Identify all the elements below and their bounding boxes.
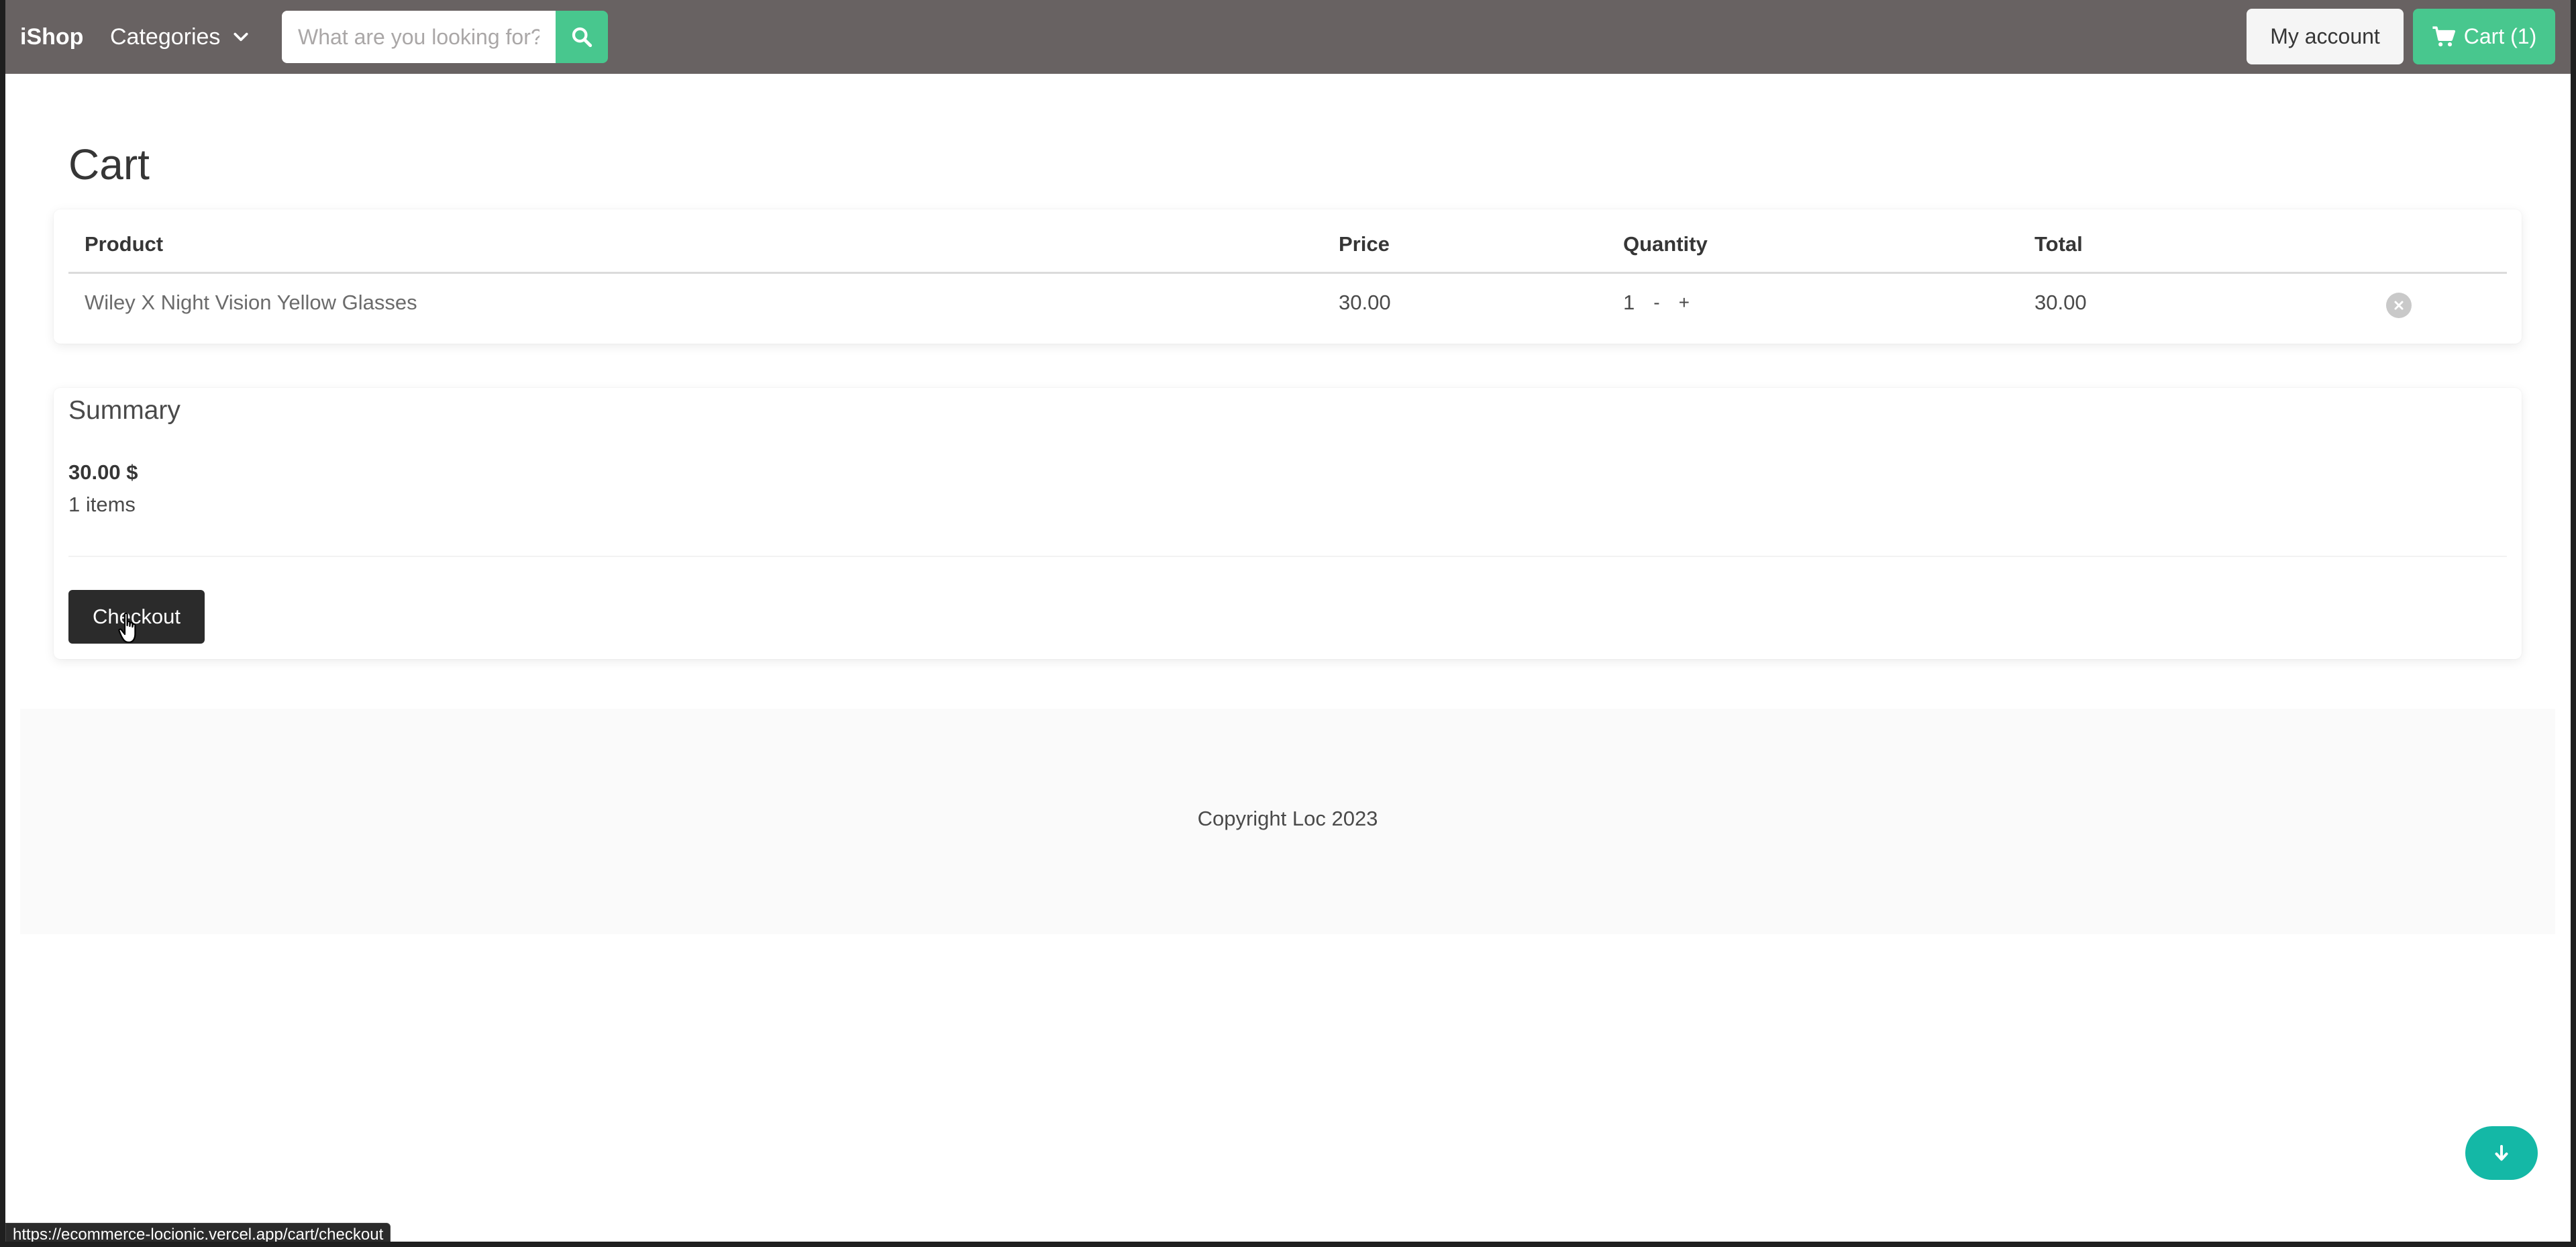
product-price: 30.00 [1339, 291, 1391, 314]
search-bar [282, 11, 608, 63]
remove-item-button[interactable] [2386, 293, 2412, 318]
arrow-down-icon [2495, 1145, 2508, 1161]
search-icon [572, 27, 593, 48]
hand-cursor-icon [118, 612, 136, 644]
quantity-stepper: 1 - + [1623, 291, 1690, 315]
product-name-link[interactable]: Wiley X Night Vision Yellow Glasses [85, 291, 417, 315]
brand-logo[interactable]: iShop [20, 0, 83, 74]
header-product: Product [85, 232, 164, 256]
scroll-down-button[interactable] [2465, 1126, 2538, 1180]
header-total: Total [2034, 232, 2083, 256]
search-button[interactable] [556, 11, 608, 63]
footer: Copyright Loc 2023 [20, 709, 2555, 934]
header-price: Price [1339, 232, 1390, 256]
status-bar-url: https://ecommerce-locionic.vercel.app/ca… [5, 1223, 391, 1247]
decrement-button[interactable]: - [1653, 292, 1659, 313]
table-header: Product Price Quantity Total [68, 209, 2507, 274]
my-account-button[interactable]: My account [2247, 9, 2404, 64]
close-circle-icon [2394, 301, 2404, 310]
navbar: iShop Categories My account Cart (1) [0, 0, 2576, 74]
page-title: Cart [68, 140, 150, 189]
footer-copyright: Copyright Loc 2023 [1197, 807, 1378, 830]
quantity-value: 1 [1623, 291, 1635, 314]
search-input[interactable] [282, 11, 556, 63]
summary-title: Summary [68, 396, 181, 425]
cart-icon [2432, 26, 2455, 46]
product-total: 30.00 [2034, 291, 2087, 314]
summary-item-count: 1 items [68, 493, 136, 516]
table-row: Wiley X Night Vision Yellow Glasses 30.0… [68, 276, 2507, 331]
summary-total-price: 30.00 $ [68, 460, 138, 484]
cart-label: Cart (1) [2463, 24, 2537, 48]
summary-divider [68, 556, 2507, 557]
my-account-label: My account [2270, 24, 2380, 48]
header-quantity: Quantity [1623, 232, 1708, 256]
summary-panel: Summary 30.00 $ 1 items Checkout [54, 388, 2522, 659]
cart-button[interactable]: Cart (1) [2413, 9, 2555, 64]
chevron-down-icon [234, 32, 248, 42]
cart-table: Product Price Quantity Total Wiley X Nig… [54, 209, 2522, 344]
categories-dropdown[interactable]: Categories [110, 0, 250, 74]
categories-label: Categories [110, 23, 221, 50]
increment-button[interactable]: + [1679, 292, 1690, 313]
